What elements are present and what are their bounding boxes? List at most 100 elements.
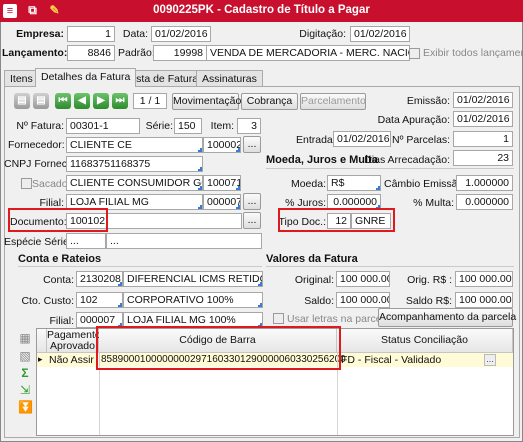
item-label: Item: xyxy=(210,120,234,132)
cnpj-field[interactable]: 11683751168375 xyxy=(66,156,203,172)
lancamento-label: Lançamento: xyxy=(2,47,68,59)
conta-desc-field[interactable]: DIFERENCIAL ICMS RETIDO A REC xyxy=(123,271,263,287)
filial-lookup-button[interactable]: ... xyxy=(243,193,261,210)
digitacao-label: Digitação: xyxy=(299,28,346,40)
nparcelas-field[interactable]: 1 xyxy=(453,131,513,147)
original-field[interactable]: 100 000.00 xyxy=(336,271,390,287)
serie-label: Série: xyxy=(145,120,173,132)
dias-field[interactable]: 23 xyxy=(453,150,513,166)
sacado-checkbox[interactable] xyxy=(21,178,32,189)
padrao-code-field[interactable]: 19998 xyxy=(153,45,207,61)
documento-lookup-button[interactable]: ... xyxy=(243,212,261,229)
grid-edit-icon[interactable]: ▧ xyxy=(18,349,32,363)
exibir-checkbox[interactable] xyxy=(409,48,420,59)
documento-highlight xyxy=(8,208,108,232)
cnpj-label: CNPJ Fornec.: xyxy=(4,158,73,170)
conta-section-title: Conta e Rateios xyxy=(18,253,102,265)
especie-serie-field[interactable]: ... xyxy=(106,233,262,249)
emissao-label: Emissão: xyxy=(406,95,450,107)
conta-filial-label: Filial: xyxy=(49,315,74,327)
row-pointer-icon: ▸ xyxy=(38,354,43,364)
parcelamento-button[interactable]: Parcelamento xyxy=(300,93,366,110)
tab-strip: Itens Detalhes da Fatura Lista de Fatura… xyxy=(0,68,523,87)
disabled-record-icon: ▤ xyxy=(14,93,30,109)
exibir-label: Exibir todos lançamentos xyxy=(423,47,523,59)
sacado-label: Sacado: xyxy=(32,178,71,190)
collapse-icon[interactable]: ⏬ xyxy=(18,400,33,414)
saldo-field[interactable]: 100 000.00 xyxy=(336,292,390,308)
cambio-label: Câmbio Emissão: xyxy=(384,178,467,190)
fornecedor-code-field[interactable]: 100002 xyxy=(203,137,241,153)
title-bar: ≡ ⧉ ✎ 0090225PK - Cadastro de Título a P… xyxy=(0,0,523,22)
filial-code-field[interactable]: 000007 xyxy=(203,194,241,210)
empresa-field[interactable]: 1 xyxy=(67,26,115,42)
dias-label: Dias Arrecadação: xyxy=(364,154,450,166)
conta-code-field[interactable]: 2130208 xyxy=(76,271,123,287)
fornecedor-lookup-button[interactable]: ... xyxy=(243,136,261,153)
grid-header-pagamento[interactable]: Pagamento Aprovado xyxy=(47,329,101,353)
fornecedor-label: Fornecedor: xyxy=(8,139,65,151)
page-field[interactable]: 1 / 1 xyxy=(133,93,167,109)
sacado-field[interactable]: CLIENTE CONSUMIDOR GO xyxy=(66,175,203,191)
moeda-field[interactable]: R$ xyxy=(327,175,381,191)
prev-record-icon[interactable]: ◀ xyxy=(74,93,90,109)
grid-header-status[interactable]: Status Conciliação xyxy=(337,329,513,353)
row-status-cell[interactable]: FD - Fiscal - Validado xyxy=(341,354,441,366)
original-label: Original: xyxy=(294,274,334,286)
empresa-label: Empresa: xyxy=(16,28,64,40)
custo-desc-field[interactable]: CORPORATIVO 100% xyxy=(123,292,263,308)
usar-letras-label: Usar letras na parcela xyxy=(287,313,390,325)
especie-field[interactable]: ... xyxy=(66,233,106,249)
nfatura-label: Nº Fatura: xyxy=(16,120,64,132)
entrada-label: Entrada: xyxy=(296,134,336,146)
multa-field[interactable]: 0.000000 xyxy=(456,194,513,210)
cobranca-button[interactable]: Cobrança xyxy=(241,93,298,110)
moeda-section-divider xyxy=(266,168,514,169)
next-record-icon[interactable]: ▶ xyxy=(93,93,109,109)
orig-rs-label: Orig. R$ : xyxy=(407,274,452,286)
tab-itens[interactable]: Itens xyxy=(4,70,39,87)
valores-section-divider xyxy=(266,266,514,267)
fornecedor-field[interactable]: CLIENTE CE xyxy=(66,137,203,153)
first-record-icon[interactable]: ⏮ xyxy=(55,93,71,109)
tab-detalhes-fatura[interactable]: Detalhes da Fatura xyxy=(35,68,137,87)
padrao-desc-field[interactable]: VENDA DE MERCADORIA - MERC. NACIONAL xyxy=(206,45,410,61)
orig-rs-field[interactable]: 100 000.00 xyxy=(455,271,513,287)
entrada-field[interactable]: 01/02/2016 xyxy=(333,131,391,147)
saldo-rs-field[interactable]: 100 000.00 xyxy=(455,292,513,308)
acompanhamento-button[interactable]: Acompanhamento da parcela xyxy=(378,308,516,327)
moeda-label: Moeda: xyxy=(290,178,326,190)
apuracao-field[interactable]: 01/02/2016 xyxy=(453,111,513,127)
custo-label: Cto. Custo: xyxy=(21,295,74,307)
data-label: Data: xyxy=(122,28,148,40)
last-record-icon[interactable]: ⏭ xyxy=(112,93,128,109)
saldo-label: Saldo: xyxy=(304,295,334,307)
digitacao-field[interactable]: 01/02/2016 xyxy=(350,26,410,42)
serie-field[interactable]: 150 xyxy=(174,118,202,134)
sum-icon[interactable]: Σ xyxy=(18,366,32,380)
tipodoc-highlight xyxy=(278,208,395,232)
item-field[interactable]: 3 xyxy=(237,118,261,134)
codigo-barra-highlight xyxy=(96,326,341,370)
status-dropdown-icon[interactable]: … xyxy=(484,354,496,366)
saldo-rs-label: Saldo R$: xyxy=(405,295,452,307)
especie-label: Espécie Série: xyxy=(4,236,72,248)
tab-assinaturas[interactable]: Assinaturas xyxy=(196,70,263,87)
export-icon[interactable]: ⇲ xyxy=(18,383,32,397)
row-pagamento-cell[interactable]: Não Assir xyxy=(49,354,94,366)
grid-add-icon[interactable]: ▦ xyxy=(18,331,32,345)
cambio-field[interactable]: 1.000000 xyxy=(456,175,513,191)
padrao-label: Padrão: xyxy=(118,47,155,59)
valores-section-title: Valores da Fatura xyxy=(266,253,358,265)
nparcelas-label: Nº Parcelas: xyxy=(392,134,451,146)
lancamento-field[interactable]: 8846 xyxy=(67,45,115,61)
custo-code-field[interactable]: 102 xyxy=(76,292,123,308)
movimentacao-button[interactable]: Movimentação xyxy=(172,93,241,110)
usar-letras-checkbox[interactable] xyxy=(273,313,284,324)
data-field[interactable]: 01/02/2016 xyxy=(151,26,211,42)
nfatura-field[interactable]: 00301-1 xyxy=(66,118,140,134)
grid-corner-header xyxy=(37,329,47,353)
emissao-field[interactable]: 01/02/2016 xyxy=(453,92,513,108)
window-title: 0090225PK - Cadastro de Título a Pagar xyxy=(153,4,370,16)
sacado-code-field[interactable]: 100071 xyxy=(203,175,241,191)
